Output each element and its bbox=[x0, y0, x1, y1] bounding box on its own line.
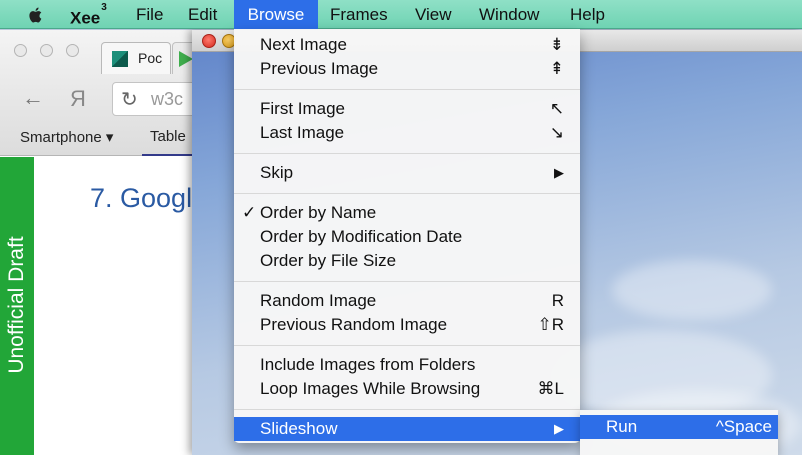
menu-item-order-by-name[interactable]: ✓ Order by Name bbox=[234, 201, 580, 225]
menu-item-last-image[interactable]: Last Image ↘ bbox=[234, 121, 580, 145]
shortcut-key: ⇧R bbox=[537, 315, 564, 334]
unofficial-draft-banner: Unofficial Draft bbox=[0, 157, 34, 455]
xee-close-button[interactable] bbox=[202, 34, 216, 48]
menu-item-label: Previous Random Image bbox=[260, 315, 448, 334]
menu-edit[interactable]: Edit bbox=[188, 0, 217, 29]
menu-file[interactable]: File bbox=[136, 0, 163, 29]
reload-icon[interactable]: ↻ bbox=[121, 87, 138, 112]
menu-item-loop-images[interactable]: Loop Images While Browsing ⌘L bbox=[234, 377, 580, 401]
sky-cloud bbox=[612, 260, 772, 320]
browser-tab-active[interactable]: Poc bbox=[101, 42, 171, 74]
menu-frames[interactable]: Frames bbox=[330, 0, 388, 29]
menu-item-label: Loop Images While Browsing bbox=[260, 379, 481, 398]
menu-item-slideshow[interactable]: Slideshow ▶ bbox=[234, 417, 580, 441]
menu-item-previous-image[interactable]: Previous Image ⇞ bbox=[234, 57, 580, 81]
shortcut-key: ⌘L bbox=[537, 379, 564, 398]
menu-window[interactable]: Window bbox=[479, 0, 539, 29]
submenu-arrow-icon: ▶ bbox=[554, 165, 564, 180]
browse-dropdown-menu: Next Image ⇟ Previous Image ⇞ First Imag… bbox=[234, 29, 580, 443]
menu-item-next-image[interactable]: Next Image ⇟ bbox=[234, 33, 580, 57]
menu-separator bbox=[234, 281, 580, 282]
menu-item-label: Random Image bbox=[260, 291, 377, 310]
tab-title: Poc bbox=[138, 50, 163, 66]
submenu-arrow-icon: ▶ bbox=[554, 421, 564, 436]
site-favicon-icon bbox=[112, 51, 128, 67]
app-name-menu[interactable]: Xee3 bbox=[70, 0, 107, 29]
browser-close-button[interactable] bbox=[14, 44, 27, 57]
play-store-icon bbox=[179, 51, 193, 67]
browser-zoom-button[interactable] bbox=[66, 44, 79, 57]
menu-item-label: Order by Modification Date bbox=[260, 227, 463, 246]
end-shortcut-icon: ↘ bbox=[549, 123, 564, 142]
menu-item-random-image[interactable]: Random Image R bbox=[234, 289, 580, 313]
menu-item-order-by-file-size[interactable]: Order by File Size bbox=[234, 249, 580, 273]
checkmark-icon: ✓ bbox=[242, 203, 257, 222]
menu-browse[interactable]: Browse bbox=[234, 0, 318, 29]
menu-item-label: First Image bbox=[260, 99, 346, 118]
back-arrow-icon[interactable]: ← bbox=[22, 85, 44, 111]
menu-separator bbox=[234, 89, 580, 90]
home-shortcut-icon: ↖ bbox=[549, 99, 564, 118]
page-up-shortcut-icon: ⇞ bbox=[549, 59, 564, 78]
menu-item-skip[interactable]: Skip ▶ bbox=[234, 161, 580, 185]
url-text: w3c bbox=[151, 89, 184, 109]
menu-item-previous-random-image[interactable]: Previous Random Image ⇧R bbox=[234, 313, 580, 337]
menu-separator bbox=[234, 409, 580, 410]
app-version-superscript: 3 bbox=[101, 2, 107, 13]
yandex-icon[interactable]: Я bbox=[70, 86, 86, 112]
browser-minimize-button[interactable] bbox=[40, 44, 53, 57]
menu-view[interactable]: View bbox=[415, 0, 452, 29]
menu-separator bbox=[234, 193, 580, 194]
apple-menu-icon[interactable] bbox=[26, 0, 48, 29]
menu-item-label: Order by Name bbox=[260, 203, 377, 222]
menu-item-include-images-from-folders[interactable]: Include Images from Folders bbox=[234, 353, 580, 377]
app-name: Xee bbox=[70, 8, 101, 28]
menu-item-label: Include Images from Folders bbox=[260, 355, 476, 374]
draft-label: Unofficial Draft bbox=[5, 236, 28, 374]
menu-item-first-image[interactable]: First Image ↖ bbox=[234, 97, 580, 121]
menu-help[interactable]: Help bbox=[570, 0, 605, 29]
shortcut-key: ^Space bbox=[715, 417, 772, 436]
menu-item-label: Next Image bbox=[260, 35, 347, 54]
shortcut-key: R bbox=[551, 291, 564, 310]
slideshow-submenu: Run ^Space bbox=[580, 410, 778, 455]
menu-item-label: Run bbox=[606, 417, 638, 436]
menu-item-label: Slideshow bbox=[260, 419, 338, 438]
document-heading: 7. Googl bbox=[90, 183, 193, 213]
menu-item-run[interactable]: Run ^Space bbox=[580, 415, 778, 439]
menu-item-label: Order by File Size bbox=[260, 251, 397, 270]
menu-separator bbox=[234, 153, 580, 154]
menu-item-label: Last Image bbox=[260, 123, 345, 142]
page-down-shortcut-icon: ⇟ bbox=[549, 35, 564, 54]
bookmark-smartphone[interactable]: Smartphone ▾ bbox=[20, 128, 113, 146]
menu-item-label: Skip bbox=[260, 163, 294, 182]
menu-item-order-by-modification-date[interactable]: Order by Modification Date bbox=[234, 225, 580, 249]
bookmark-tablet[interactable]: Table bbox=[150, 128, 186, 145]
menu-bar: Xee3 File Edit Browse Frames View Window… bbox=[0, 0, 802, 29]
menu-separator bbox=[234, 345, 580, 346]
menu-item-label: Previous Image bbox=[260, 59, 379, 78]
